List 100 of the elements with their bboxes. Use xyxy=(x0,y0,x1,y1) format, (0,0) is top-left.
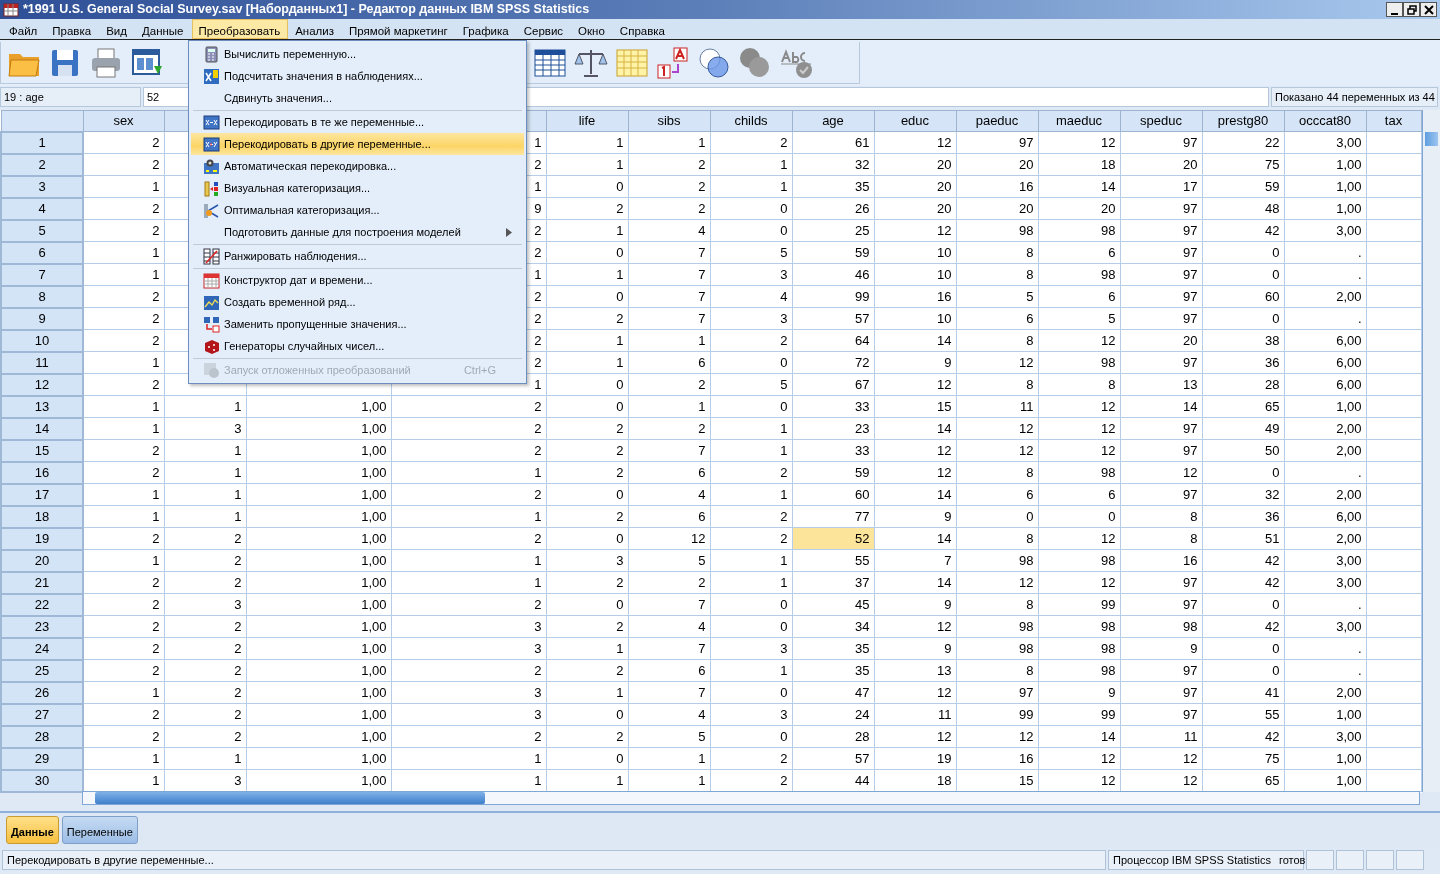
table-cell: 2,00 xyxy=(1284,417,1366,440)
row-header[interactable]: 14 xyxy=(1,417,83,440)
row-header[interactable]: 9 xyxy=(1,307,83,330)
row-header[interactable]: 19 xyxy=(1,527,83,550)
column-header[interactable]: tax xyxy=(1366,110,1421,132)
column-header[interactable]: occcat80 xyxy=(1284,110,1366,132)
restore-button[interactable] xyxy=(1403,2,1420,17)
table-cell: 2 xyxy=(546,505,628,528)
menu-item[interactable]: Преобразовать xyxy=(191,19,289,39)
table-cell: 0 xyxy=(1202,593,1284,616)
menu-item[interactable]: Сдвинуть значения... xyxy=(191,87,524,109)
menu-item[interactable]: Справка xyxy=(612,19,673,39)
row-header[interactable]: 17 xyxy=(1,483,83,506)
row-header[interactable]: 12 xyxy=(1,373,83,396)
menu-item[interactable]: Окно xyxy=(571,19,613,39)
menu-item[interactable]: Анализ xyxy=(288,19,342,39)
table-cell: 1 xyxy=(164,483,246,506)
recode-icon xyxy=(203,113,220,131)
table-cell: 1 xyxy=(83,351,164,374)
menu-item[interactable]: Графика xyxy=(455,19,517,39)
table-cell: 13 xyxy=(874,659,956,682)
row-header[interactable]: 2 xyxy=(1,153,83,176)
menu-item[interactable]: Правка xyxy=(45,19,100,39)
row-header[interactable]: 25 xyxy=(1,659,83,682)
row-header[interactable]: 20 xyxy=(1,549,83,572)
menu-item[interactable]: Прямой маркетинг xyxy=(341,19,456,39)
table-cell: 28 xyxy=(1202,373,1284,396)
menu-item[interactable]: Перекодировать в другие переменные... xyxy=(191,133,524,155)
table-cell: 6,00 xyxy=(1284,505,1366,528)
table-cell: 20 xyxy=(956,197,1038,220)
column-header[interactable]: speduc xyxy=(1120,110,1202,132)
table-cell: 98 xyxy=(1038,219,1120,242)
row-header[interactable]: 10 xyxy=(1,329,83,352)
row-header[interactable]: 4 xyxy=(1,197,83,220)
menu-item[interactable]: Перекодировать в те же переменные... xyxy=(191,111,524,133)
row-header[interactable]: 8 xyxy=(1,285,83,308)
table-cell: 72 xyxy=(792,351,874,374)
row-header[interactable]: 7 xyxy=(1,263,83,286)
row-header[interactable]: 6 xyxy=(1,241,83,264)
table-cell: 2 xyxy=(391,439,546,462)
row-header[interactable]: 18 xyxy=(1,505,83,528)
row-header[interactable]: 29 xyxy=(1,747,83,770)
column-header[interactable]: childs xyxy=(710,110,792,132)
row-header[interactable]: 28 xyxy=(1,725,83,748)
row-header[interactable]: 1 xyxy=(1,131,83,154)
circles-icon[interactable] xyxy=(697,45,731,80)
row-header[interactable]: 24 xyxy=(1,637,83,660)
column-header[interactable]: paeduc xyxy=(956,110,1038,132)
table-cell: 98 xyxy=(1038,263,1120,286)
row-header[interactable]: 26 xyxy=(1,681,83,704)
column-header[interactable]: sex xyxy=(83,110,164,132)
column-header[interactable]: life xyxy=(546,110,628,132)
table-cell: 51 xyxy=(1202,527,1284,550)
column-header[interactable]: sibs xyxy=(628,110,710,132)
table-cell: 1,00 xyxy=(1284,703,1366,726)
minimize-button[interactable] xyxy=(1386,2,1403,17)
view-tab[interactable]: Переменные xyxy=(61,816,138,844)
table-cell: 1 xyxy=(83,395,164,418)
table-cell: 46 xyxy=(792,263,874,286)
column-header[interactable]: educ xyxy=(874,110,956,132)
row-header[interactable]: 11 xyxy=(1,351,83,374)
row-header[interactable]: 22 xyxy=(1,593,83,616)
row-header[interactable]: 15 xyxy=(1,439,83,462)
table-cell: . xyxy=(1284,307,1366,330)
table-cell: 2 xyxy=(628,197,710,220)
menu-item[interactable]: Конструктор дат и времени... xyxy=(191,269,524,291)
column-header[interactable]: prestg80 xyxy=(1202,110,1284,132)
printer-icon[interactable] xyxy=(89,45,123,80)
close-button[interactable] xyxy=(1420,2,1437,17)
column-header[interactable]: maeduc xyxy=(1038,110,1120,132)
circles-icon[interactable] xyxy=(738,45,772,80)
row-header[interactable]: 5 xyxy=(1,219,83,242)
row-header[interactable]: 13 xyxy=(1,395,83,418)
row-header[interactable]: 16 xyxy=(1,461,83,484)
table-cell: 0 xyxy=(1202,263,1284,286)
table-cell: 2 xyxy=(83,131,164,154)
horizontal-scrollbar[interactable] xyxy=(82,791,1420,805)
table-cell: 5 xyxy=(628,725,710,748)
row-header[interactable]: 3 xyxy=(1,175,83,198)
table-cell: 0 xyxy=(710,395,792,418)
row-header[interactable]: 30 xyxy=(1,769,83,792)
row-header[interactable]: 21 xyxy=(1,571,83,594)
menu-item[interactable]: Вид xyxy=(99,19,135,39)
row-header[interactable]: 23 xyxy=(1,615,83,638)
table-cell: 11 xyxy=(1120,725,1202,748)
row-header[interactable]: 27 xyxy=(1,703,83,726)
menu-item[interactable]: Вычислить переменную... xyxy=(191,43,524,65)
table-cell: 98 xyxy=(1038,461,1120,484)
table-cell: 2 xyxy=(83,153,164,176)
table-cell: 3 xyxy=(164,593,246,616)
menu-item[interactable]: Файл xyxy=(2,19,46,39)
value-labels-icon[interactable] xyxy=(656,45,690,80)
column-header[interactable]: age xyxy=(792,110,874,132)
table-cell: 1 xyxy=(710,483,792,506)
view-tab[interactable]: Данные xyxy=(6,816,59,844)
menu-item[interactable]: Сервис xyxy=(516,19,572,39)
table-cell: 1,00 xyxy=(246,593,391,616)
menu-item[interactable]: Подсчитать значения в наблюдениях... xyxy=(191,65,524,87)
menu-item[interactable]: Ранжировать наблюдения... xyxy=(191,245,524,267)
menu-item[interactable]: Данные xyxy=(134,19,192,39)
